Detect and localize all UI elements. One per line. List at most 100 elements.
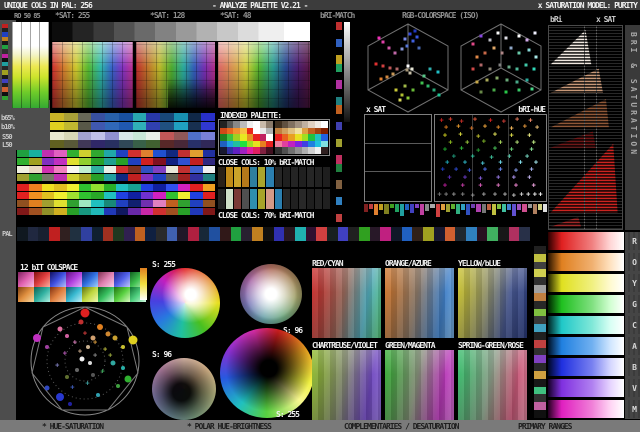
comp-panel-springgreen-rose	[458, 350, 527, 420]
polar-wheel-s96-b	[152, 358, 216, 420]
bri-match-label: bRI-MATCh	[320, 11, 355, 20]
colspace-tile	[34, 287, 50, 302]
polar-wheel-s255-b	[220, 328, 314, 418]
indexed-palette-right-half	[275, 121, 328, 154]
strip-row-7	[17, 200, 215, 207]
palette-row	[220, 127, 273, 135]
polar-s255-label-b: S: 255	[276, 410, 300, 419]
palette-row	[275, 121, 328, 128]
bri-peak-maroon	[550, 131, 596, 148]
strip-l50	[50, 140, 215, 148]
bri-hue-markers: + + + + + + + + + + + + + + + + + + + + + + + + + + + + + + + + + + + + + + + +…	[437, 115, 543, 200]
range-letter: A	[632, 342, 637, 351]
colspace-tile	[50, 287, 66, 302]
range-row-azure: A	[548, 337, 640, 355]
polar-hue-brightness-caption: * POLAR HUE-BRIGHTNESS	[187, 422, 272, 431]
hue-grid-c	[218, 42, 310, 108]
range-row-cyan: C	[548, 316, 640, 334]
complementaries-caption: COMPLEMENTARIES / DESATURATION	[344, 422, 459, 431]
strip-label-b10: b10%	[1, 123, 15, 131]
range-letter: Y	[632, 279, 637, 288]
palette-row	[275, 127, 328, 135]
polar-wheel-s96-a	[240, 264, 302, 324]
strip-row-1	[17, 150, 215, 157]
comp-label-green-magenta: GREEN/MAGENTA	[385, 341, 436, 350]
close-cols-70-swatches	[218, 189, 331, 209]
range-row-red: R	[548, 232, 640, 250]
colspace-tile	[66, 287, 82, 302]
strip-row-5	[17, 184, 215, 191]
range-letter: O	[632, 258, 637, 267]
palette-row	[275, 147, 328, 154]
colspace-tile	[82, 287, 98, 302]
chart-divider	[595, 26, 597, 229]
palette-row	[275, 140, 328, 148]
range-letter: C	[632, 321, 637, 330]
palette-row	[220, 121, 273, 128]
range-gradient	[548, 379, 624, 397]
strip-label-l50: L50	[2, 141, 13, 149]
bri-saturation-vertical-title: BRI & SATURATION	[629, 32, 638, 158]
palette-row	[220, 134, 273, 141]
close-cols-10-swatches	[218, 167, 331, 187]
range-letter: R	[632, 237, 637, 246]
x-sat-panel	[364, 114, 432, 202]
app-title: - ANALYZE PALETTE V2.21 -	[212, 1, 308, 10]
colspace-tiles	[18, 272, 146, 302]
indexed-palette-left-half	[220, 121, 273, 154]
bri-peak-brown	[550, 99, 609, 128]
polar-s96-label-b: S: 96	[152, 350, 172, 359]
range-gradient	[548, 316, 624, 334]
colspace-tile	[50, 272, 66, 287]
sat-128-label: *SAT: 128	[150, 11, 185, 20]
hue-saturation-markers: + + + + + + + + + + + +	[55, 329, 113, 392]
strip-row-2	[17, 158, 215, 165]
range-gradient	[548, 232, 624, 250]
comp-label-red-cyan: RED/CYAN	[312, 259, 344, 268]
sat-48-label: *SAT: 48	[220, 11, 252, 20]
strip-b65	[50, 113, 215, 121]
grey-steps-strip	[52, 22, 310, 41]
range-gradient	[548, 295, 624, 313]
bri-chart-label: bRi	[550, 15, 562, 24]
colspace-tile	[98, 287, 114, 302]
comp-panel-yellow-blue	[458, 268, 527, 338]
strip-label-b65: b65%	[1, 114, 15, 122]
brightness-gradient-column	[12, 22, 49, 108]
title-bar: UNIQUE COLS IN PAL: 256 - ANALYZE PALETT…	[0, 0, 640, 10]
comp-panel-red-cyan	[312, 268, 381, 338]
range-letter: G	[632, 300, 637, 309]
strip-s50	[50, 132, 215, 140]
bri-peak-tan	[550, 68, 604, 93]
strip-row-3	[17, 166, 215, 173]
range-row-yellow: Y	[548, 274, 640, 292]
register-readout: RO 50 85	[14, 12, 41, 20]
range-letter: M	[632, 405, 637, 414]
range-row-green: G	[548, 295, 640, 313]
grey-gradient-column	[344, 22, 350, 122]
strip-row-6	[17, 192, 215, 199]
comp-label-orange-azure: ORANGE/AZURE	[385, 259, 432, 268]
bri-saturation-chart	[548, 25, 623, 230]
primary-ranges-caption: PRIMARY RANGES	[518, 422, 572, 431]
palette-mini-column	[2, 24, 8, 100]
saturation-model-label: x SATURATION MODEL: PURITY	[537, 1, 638, 10]
range-gradient	[548, 337, 624, 355]
hue-grid-b	[136, 42, 215, 108]
bri-hue-panel-label: bRI-hUE	[518, 105, 546, 114]
range-row-orange: O	[548, 253, 640, 271]
strip-row-8	[17, 208, 215, 215]
colspace-tile	[98, 272, 114, 287]
range-gradient	[548, 274, 624, 292]
bri-peak-white	[550, 30, 592, 65]
colspace-tile	[114, 272, 130, 287]
colspace-tile	[34, 272, 50, 287]
x-sat-subpanel-1	[365, 115, 431, 144]
polar-s255-label-a: S: 255	[152, 260, 176, 269]
mini-palette-column	[336, 22, 342, 222]
bottom-status-bar: * HUE-SATURATION * POLAR HUE-BRIGHTNESS …	[0, 420, 640, 432]
range-row-violet: V	[548, 379, 640, 397]
strip-row-4	[17, 174, 215, 181]
close-cols-70-label: CLOSE COLS: 70% bRI-MATCH	[218, 211, 314, 220]
colspace-tile	[66, 272, 82, 287]
